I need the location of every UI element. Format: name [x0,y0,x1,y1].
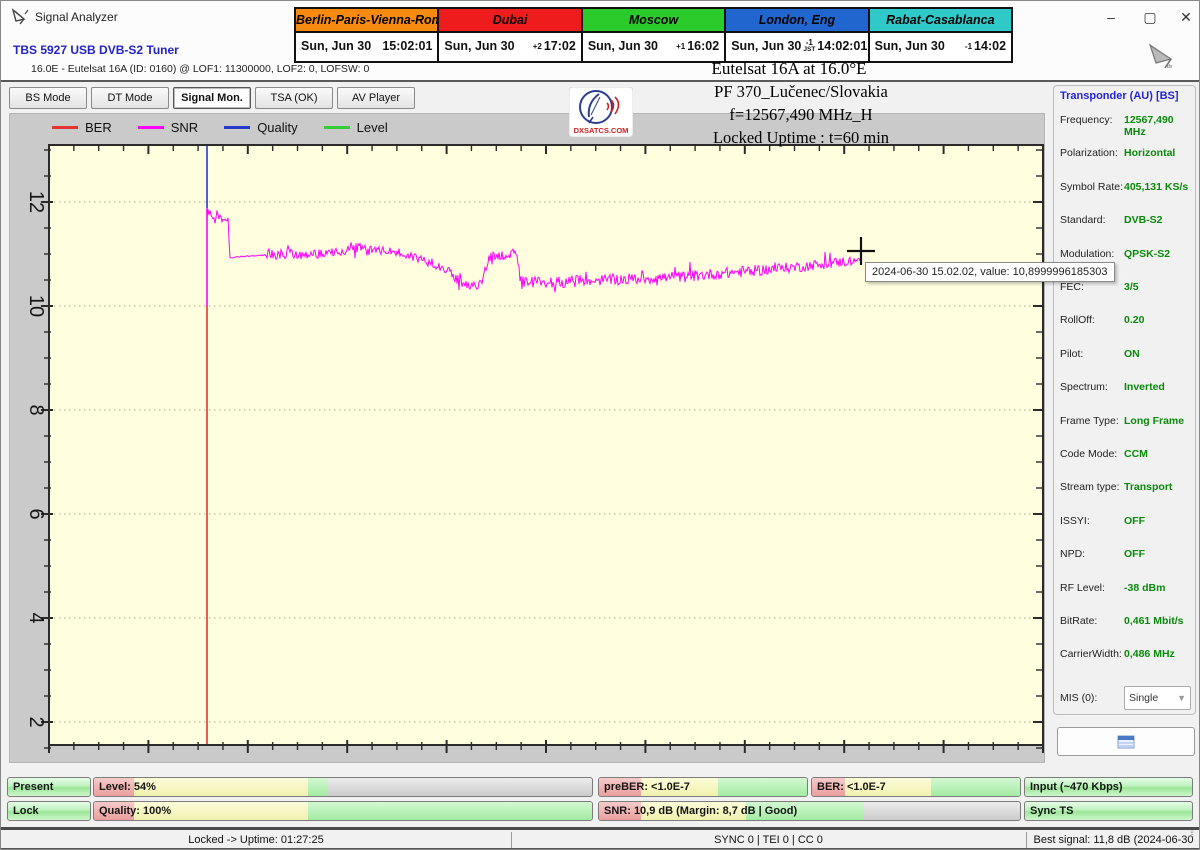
dxsatcs-logo: DXSATCS.COM [569,87,633,137]
clock-berlin-paris-vienna-roma: Berlin-Paris-Vienna-RomaSun, Jun 3015:02… [296,9,439,61]
transponder-panel-title: Transponder (AU) [BS] [1060,90,1179,102]
transponder-row: NPD:OFF [1060,548,1191,562]
clock-dubai: DubaiSun, Jun 30+217:02 [439,9,582,61]
clock-time-row: Sun, Jun 30-114:02 [870,33,1011,59]
gauge-preber: preBER: <1.0E-7 [598,777,808,797]
transponder-row: RF Level:-38 dBm [1060,582,1191,596]
statusbar-sync: SYNC 0 | TEI 0 | CC 0 [511,830,1026,850]
world-clock-table: Berlin-Paris-Vienna-RomaSun, Jun 3015:02… [294,7,1013,63]
clock-time-row: Sun, Jun 30+116:02 [583,33,724,59]
tab-signal-mon-[interactable]: Signal Mon. [173,87,251,109]
stream-list-button[interactable] [1057,727,1195,756]
chevron-down-icon: ▼ [1177,693,1186,703]
transponder-row: CarrierWidth:0,486 MHz [1060,648,1191,662]
y-axis-tick-label: 10 [25,295,47,317]
status-pill-present: Present [7,777,91,797]
svg-text:dx: dx [1167,64,1173,70]
clock-london-eng: London, EngSun, Jun 30-1JST14:02:01 [726,9,869,61]
clock-city-label: Berlin-Paris-Vienna-Roma [296,9,437,33]
transponder-row: Frame Type:Long Frame [1060,415,1191,429]
seg-green [308,802,592,820]
y-axis-tick-label: 12 [25,191,47,213]
seg-green [718,778,807,796]
status-label: Present [13,778,53,796]
signal-chart-widget: BERSNRQualityLevel 24681012 [9,113,1045,763]
clock-rabat-casablanca: Rabat-CasablancaSun, Jun 30-114:02 [870,9,1011,61]
transponder-row: Stream type:Transport [1060,481,1191,495]
transponder-row: Spectrum:Inverted [1060,381,1191,395]
y-axis-tick-label: 8 [25,404,47,415]
status-label: Input (~470 Kbps) [1030,778,1123,796]
tuner-name: TBS 5927 USB DVB-S2 Tuner [13,43,179,57]
window-title: Signal Analyzer [35,10,118,24]
satellite-position-header: Eutelsat 16A at 16.0°E [539,59,1039,79]
y-axis-tick-label: 2 [25,716,47,727]
transponder-row: Frequency:12567,490 MHz [1060,114,1191,128]
status-pill-lock: Lock [7,801,91,821]
status-gauges: Present Level: 54% preBER: <1.0E-7 BER: <1.… [1,773,1200,827]
transponder-row: BitRate:0,461 Mbit/s [1060,615,1191,629]
status-pill-input: Input (~470 Kbps) [1024,777,1193,797]
transponder-row: RollOff:0.20 [1060,314,1191,328]
gauge-quality: Quality: 100% [93,801,593,821]
status-label: preBER: <1.0E-7 [604,778,690,796]
status-label: SNR: 10,9 dB (Margin: 8,7 dB | Good) [604,802,797,820]
clock-moscow: MoscowSun, Jun 30+116:02 [583,9,726,61]
y-axis-tick-label: 4 [25,612,47,623]
transponder-row: Polarization:Horizontal [1060,147,1191,161]
status-label: Sync TS [1030,802,1073,820]
app-satellite-icon [11,6,31,26]
transponder-row: Standard:DVB-S2 [1060,214,1191,228]
transponder-row: Pilot:ON [1060,348,1191,362]
mis-dropdown[interactable]: Single ▼ [1124,686,1191,710]
snr-plot[interactable]: 2 4 6 8 10 12 [10,114,1046,764]
signal-analyzer-window: Signal Analyzer – ▢ ✕ Berlin-Paris-Vienn… [0,0,1200,850]
seg-green [931,778,1020,796]
close-button[interactable]: ✕ [1173,7,1199,27]
clock-time-row: Sun, Jun 30+217:02 [439,33,580,59]
gauge-ber: BER: <1.0E-7 [811,777,1021,797]
clock-city-label: London, Eng [726,9,867,33]
statusbar: Locked -> Uptime: 01:27:25 SYNC 0 | TEI … [1,827,1200,850]
chart-tooltip: 2024-06-30 15.02.02, value: 10,899999618… [865,262,1115,282]
status-label: Quality: 100% [99,802,171,820]
status-label: Level: 54% [99,778,156,796]
transponder-row: Code Mode:CCM [1060,448,1191,462]
tab-bs-mode[interactable]: BS Mode [9,87,87,109]
seg-yellow [134,778,308,796]
gauge-level: Level: 54% [93,777,593,797]
gauge-snr: SNR: 10,9 dB (Margin: 8,7 dB | Good) [598,801,1021,821]
maximize-button[interactable]: ▢ [1137,7,1163,27]
clock-city-label: Rabat-Casablanca [870,9,1011,33]
status-pill-sync: Sync TS [1024,801,1193,821]
transponder-row: ISSYI:OFF [1060,515,1191,529]
resize-grip[interactable]: ⁞⁞ [1190,832,1198,846]
mis-value: Single [1129,692,1158,704]
tab-av-player[interactable]: AV Player [337,87,415,109]
clock-time-row: Sun, Jun 3015:02:01 [296,33,437,59]
satellite-dish-icon: dx [1144,37,1180,73]
list-icon [1117,735,1135,749]
logo-text: DXSATCS.COM [574,126,629,135]
minimize-button[interactable]: – [1098,7,1124,27]
status-label: BER: <1.0E-7 [817,778,886,796]
seg-green [308,778,328,796]
status-label: Lock [13,802,39,820]
tuner-lnb-settings: 16.0E - Eutelsat 16A (ID: 0160) @ LOF1: … [31,63,369,75]
tab-dt-mode[interactable]: DT Mode [91,87,169,109]
transponder-row: Symbol Rate:405,131 KS/s [1060,181,1191,195]
statusbar-best-signal: Best signal: 11,8 dB (2024-06-30 13:35) [1026,830,1200,850]
tab-tsa-ok-[interactable]: TSA (OK) [255,87,333,109]
clock-city-label: Moscow [583,9,724,33]
transponder-row: Modulation:QPSK-S2 [1060,248,1191,262]
clock-time-row: Sun, Jun 30-1JST14:02:01 [726,33,867,59]
transponder-row: FEC:3/5 [1060,281,1191,295]
y-axis-tick-label: 6 [25,508,47,519]
mis-row: MIS (0): Single ▼ [1060,686,1191,710]
mis-label: MIS (0): [1060,692,1124,704]
transponder-panel: Transponder (AU) [BS] Frequency:12567,49… [1053,85,1196,715]
clock-city-label: Dubai [439,9,580,33]
statusbar-uptime: Locked -> Uptime: 01:27:25 [1,830,511,850]
